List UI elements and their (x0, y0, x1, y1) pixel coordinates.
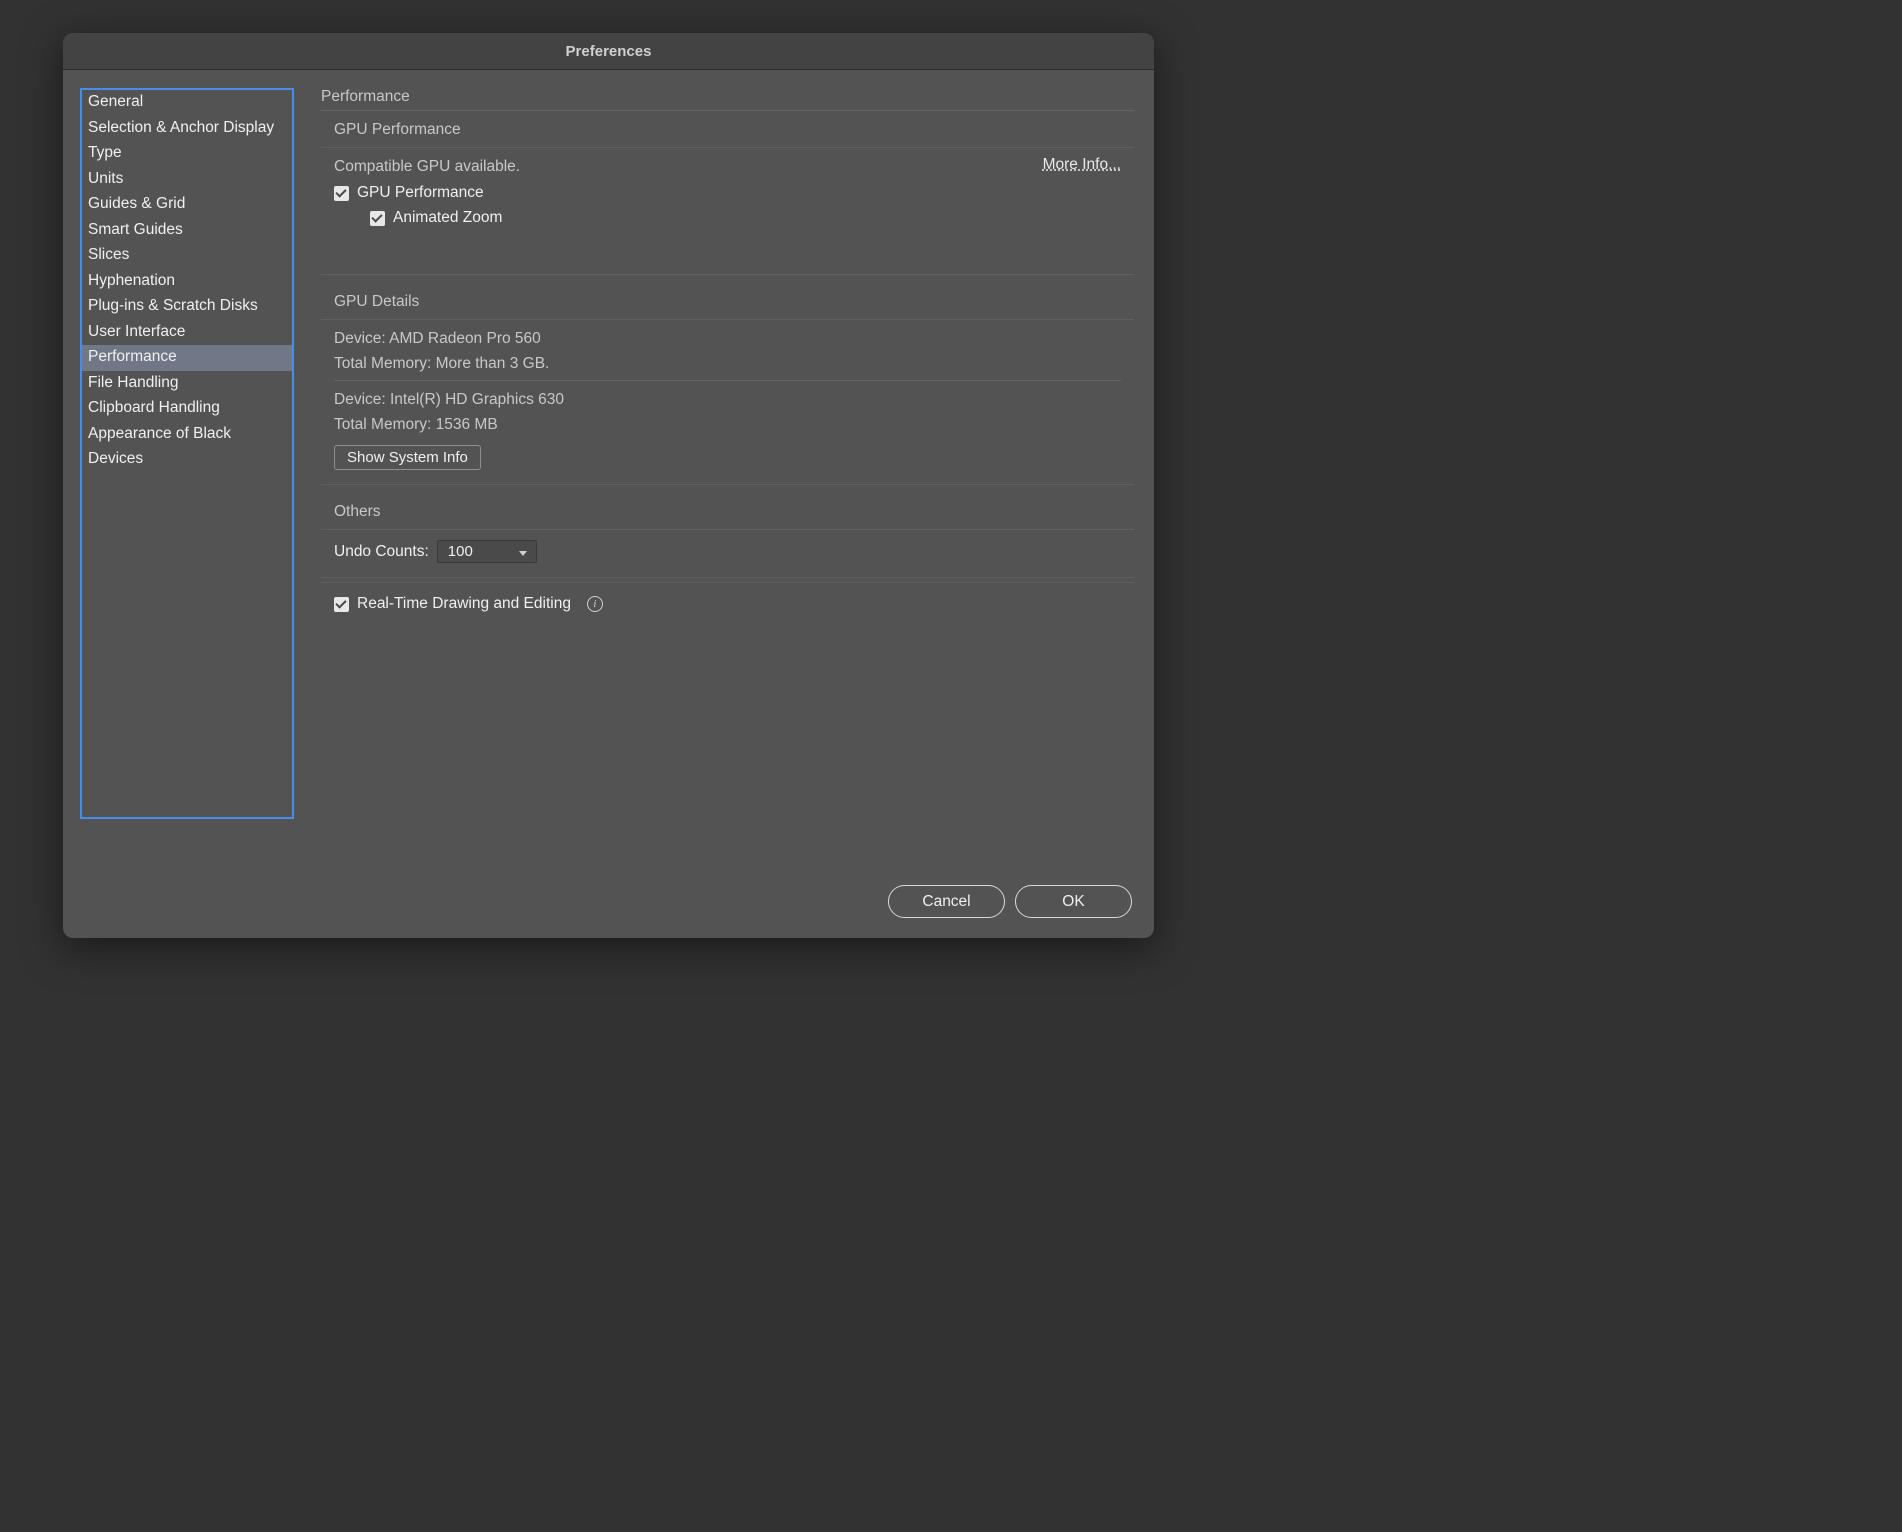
gpu-performance-checkbox-row[interactable]: GPU Performance (334, 184, 1043, 202)
others-header: Others (321, 503, 1134, 529)
realtime-drawing-checkbox[interactable] (334, 597, 349, 612)
sidebar-item-smart-guides[interactable]: Smart Guides (82, 218, 292, 244)
sidebar: General Selection & Anchor Display Type … (80, 88, 294, 819)
sidebar-item-slices[interactable]: Slices (82, 243, 292, 269)
page-title: Performance (321, 88, 1134, 111)
gpu-performance-body: Compatible GPU available. GPU Performanc… (321, 147, 1134, 275)
undo-counts-row: Undo Counts: 100 (334, 540, 1121, 563)
sidebar-item-general[interactable]: General (82, 90, 292, 116)
gpu-details-section: GPU Details Device: AMD Radeon Pro 560 T… (321, 293, 1134, 485)
show-system-info-button[interactable]: Show System Info (334, 445, 481, 470)
sidebar-item-appearance-of-black[interactable]: Appearance of Black (82, 422, 292, 448)
others-body-2: Real-Time Drawing and Editing i (321, 582, 1134, 613)
sidebar-item-units[interactable]: Units (82, 167, 292, 193)
undo-counts-select[interactable]: 100 (437, 540, 537, 563)
gpu-performance-checkbox-label: GPU Performance (357, 184, 484, 202)
sidebar-item-hyphenation[interactable]: Hyphenation (82, 269, 292, 295)
dialog-content: General Selection & Anchor Display Type … (63, 70, 1154, 858)
gpu-details-divider (334, 380, 1121, 381)
compatible-gpu-text: Compatible GPU available. (334, 158, 1043, 176)
sidebar-item-file-handling[interactable]: File Handling (82, 371, 292, 397)
animated-zoom-checkbox-label: Animated Zoom (393, 209, 502, 227)
main-panel: Performance GPU Performance Compatible G… (294, 88, 1134, 858)
others-section: Others Undo Counts: 100 Real-Time Drawin… (321, 503, 1134, 613)
dialog-footer: Cancel OK (888, 885, 1132, 918)
gpu-details-body: Device: AMD Radeon Pro 560 Total Memory:… (321, 319, 1134, 485)
gpu-performance-checkbox[interactable] (334, 186, 349, 201)
realtime-drawing-row[interactable]: Real-Time Drawing and Editing i (334, 595, 1121, 613)
dialog-title: Preferences (566, 43, 652, 60)
sidebar-item-clipboard-handling[interactable]: Clipboard Handling (82, 396, 292, 422)
others-body: Undo Counts: 100 (321, 529, 1134, 578)
gpu-performance-header: GPU Performance (321, 121, 1134, 147)
gpu-device-1: Device: AMD Radeon Pro 560 (334, 330, 1121, 348)
gpu-memory-1: Total Memory: More than 3 GB. (334, 355, 1121, 373)
info-icon[interactable]: i (587, 596, 603, 612)
sidebar-item-performance[interactable]: Performance (82, 345, 292, 371)
sidebar-item-selection-anchor-display[interactable]: Selection & Anchor Display (82, 116, 292, 142)
sidebar-item-plugins-scratch-disks[interactable]: Plug-ins & Scratch Disks (82, 294, 292, 320)
more-info-link[interactable]: More Info... (1043, 156, 1121, 174)
undo-counts-label: Undo Counts: (334, 543, 429, 561)
gpu-device-2: Device: Intel(R) HD Graphics 630 (334, 391, 1121, 409)
gpu-memory-2: Total Memory: 1536 MB (334, 416, 1121, 434)
cancel-button[interactable]: Cancel (888, 885, 1005, 918)
realtime-drawing-label: Real-Time Drawing and Editing (357, 595, 571, 613)
gpu-performance-section: GPU Performance Compatible GPU available… (321, 121, 1134, 275)
sidebar-item-type[interactable]: Type (82, 141, 292, 167)
animated-zoom-checkbox-row[interactable]: Animated Zoom (370, 209, 1043, 227)
sidebar-item-user-interface[interactable]: User Interface (82, 320, 292, 346)
animated-zoom-checkbox[interactable] (370, 211, 385, 226)
preferences-dialog: Preferences General Selection & Anchor D… (63, 33, 1154, 938)
sidebar-item-guides-grid[interactable]: Guides & Grid (82, 192, 292, 218)
ok-button[interactable]: OK (1015, 885, 1132, 918)
sidebar-item-devices[interactable]: Devices (82, 447, 292, 473)
dialog-titlebar: Preferences (63, 33, 1154, 70)
undo-counts-value: 100 (448, 543, 473, 560)
gpu-details-header: GPU Details (321, 293, 1134, 319)
